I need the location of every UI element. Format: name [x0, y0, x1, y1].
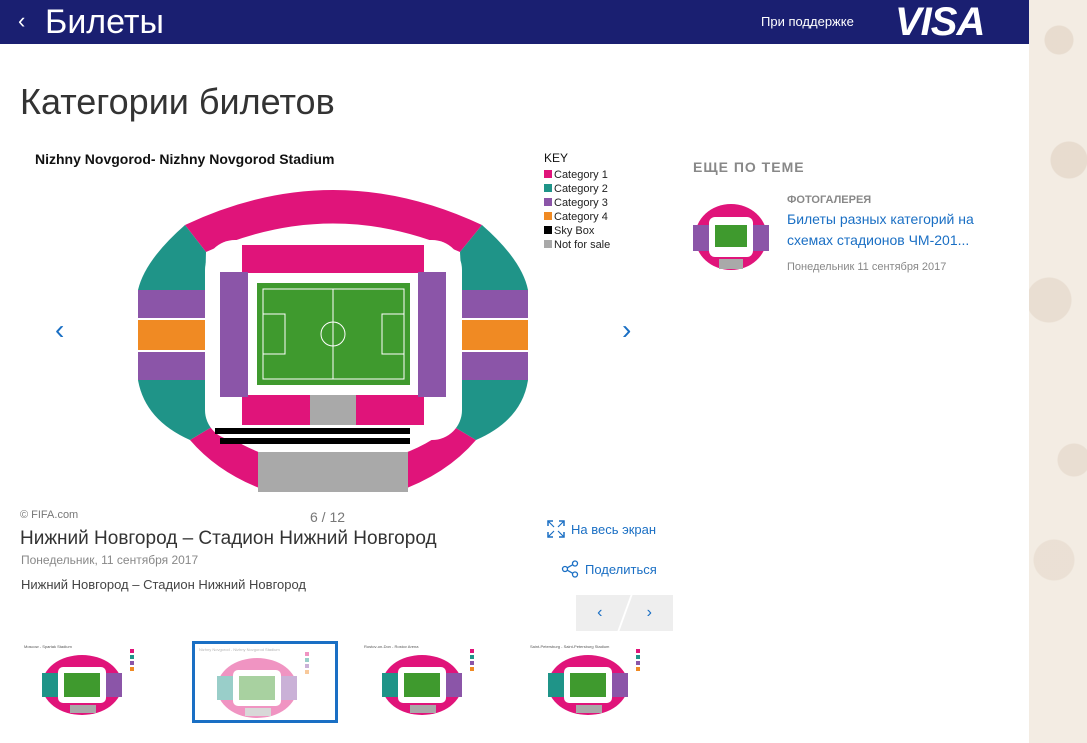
top-bar: ‹ Билеты При поддержке VISA	[0, 0, 1029, 44]
legend-label: Category 3	[554, 197, 608, 209]
thumbnail-caption: Saint-Petersburg - Saint-Petersburg Stad…	[530, 644, 610, 649]
section-title: Билеты	[45, 3, 164, 41]
legend-swatch	[544, 184, 552, 192]
legend-swatch	[544, 226, 552, 234]
related-kicker: ФОТОГАЛЕРЕЯ	[787, 194, 872, 206]
sponsor-text: При поддержке	[761, 14, 854, 29]
stadium-map: Nizhny Novgorod- Nizhny Novgorod Stadium	[35, 151, 610, 493]
photo-date: Понедельник, 11 сентября 2017	[21, 553, 199, 567]
page: ‹ Билеты При поддержке VISA Категории би…	[0, 0, 1029, 743]
thumbnail-strip: Moscow - Spartak Stadium Nizhny Novgorod …	[20, 641, 680, 725]
stadium-title: Nizhny Novgorod- Nizhny Novgorod Stadium	[35, 151, 334, 167]
related-date: Понедельник 11 сентября 2017	[787, 261, 947, 273]
legend: Category 1 Category 2 Category 3 Category 4…	[544, 169, 610, 251]
photo-title: Нижний Новгород – Стадион Нижний Новгоро…	[20, 528, 437, 549]
slide-counter: 6 / 12	[310, 509, 346, 525]
prev-slide-chevron-icon[interactable]: ‹	[55, 315, 64, 345]
legend-swatch	[544, 170, 552, 178]
thumbnail-caption: Rostov-on-Don - Rostov Arena	[364, 644, 419, 649]
thumbnail-caption: Nizhny Novgorod - Nizhny Novgorod Stadiu…	[199, 647, 280, 652]
legend-label: Category 2	[554, 183, 608, 195]
gallery-thumbnail[interactable]: Rostov-on-Don - Rostov Arena	[360, 641, 506, 723]
share-label: Поделиться	[585, 561, 657, 577]
legend-swatch	[544, 198, 552, 206]
fullscreen-button[interactable]: На весь экран	[547, 520, 656, 538]
gallery-thumbnail[interactable]: Moscow - Spartak Stadium	[20, 641, 166, 723]
legend-label: Category 4	[554, 211, 608, 223]
fullscreen-label: На весь экран	[571, 521, 657, 537]
back-chevron-icon[interactable]: ‹	[18, 8, 25, 34]
gallery-thumbnail[interactable]: Saint-Petersburg - Saint-Petersburg Stad…	[526, 641, 672, 723]
legend-label: Sky Box	[554, 225, 595, 237]
related-heading: ЕЩЕ ПО ТЕМЕ	[693, 159, 805, 175]
pager: ‹ ›	[576, 595, 673, 631]
related-thumbnail[interactable]	[693, 193, 779, 275]
decorative-pattern	[1029, 0, 1087, 743]
thumbnail-caption: Moscow - Spartak Stadium	[24, 644, 72, 649]
next-page-button[interactable]: ›	[626, 595, 674, 631]
legend-label: Not for sale	[554, 239, 610, 251]
fullscreen-icon	[547, 520, 565, 538]
photo-credit: © FIFA.com	[20, 509, 79, 521]
prev-page-button[interactable]: ‹	[576, 595, 624, 631]
page-title: Категории билетов	[20, 81, 335, 122]
legend-swatch	[544, 212, 552, 220]
gallery-thumbnail[interactable]: Nizhny Novgorod - Nizhny Novgorod Stadiu…	[192, 641, 338, 723]
legend-label: Category 1	[554, 169, 608, 181]
next-slide-chevron-icon[interactable]: ›	[622, 315, 631, 345]
photo-description: Нижний Новгород – Стадион Нижний Новгоро…	[21, 577, 307, 592]
share-button[interactable]: Поделиться	[561, 560, 657, 578]
share-icon	[561, 560, 579, 578]
legend-title: KEY	[544, 151, 568, 165]
related-article-link[interactable]: Билеты разных категорий на схемах стадио…	[787, 209, 1007, 251]
legend-swatch	[544, 240, 552, 248]
visa-logo: VISA	[895, 0, 985, 44]
